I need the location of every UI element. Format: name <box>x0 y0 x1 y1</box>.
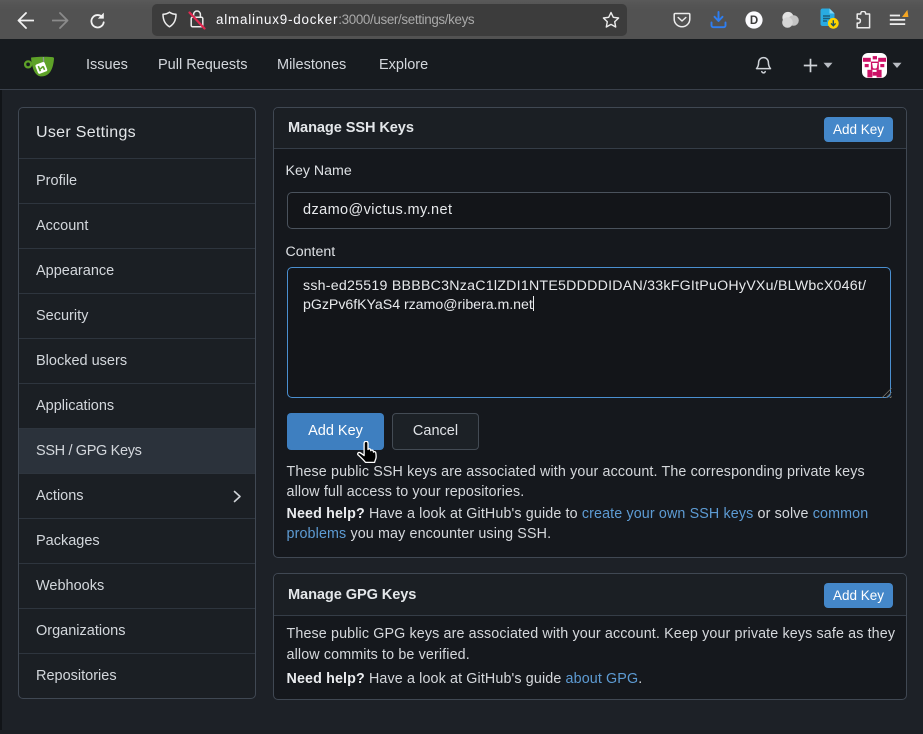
svg-text:D: D <box>750 15 758 27</box>
